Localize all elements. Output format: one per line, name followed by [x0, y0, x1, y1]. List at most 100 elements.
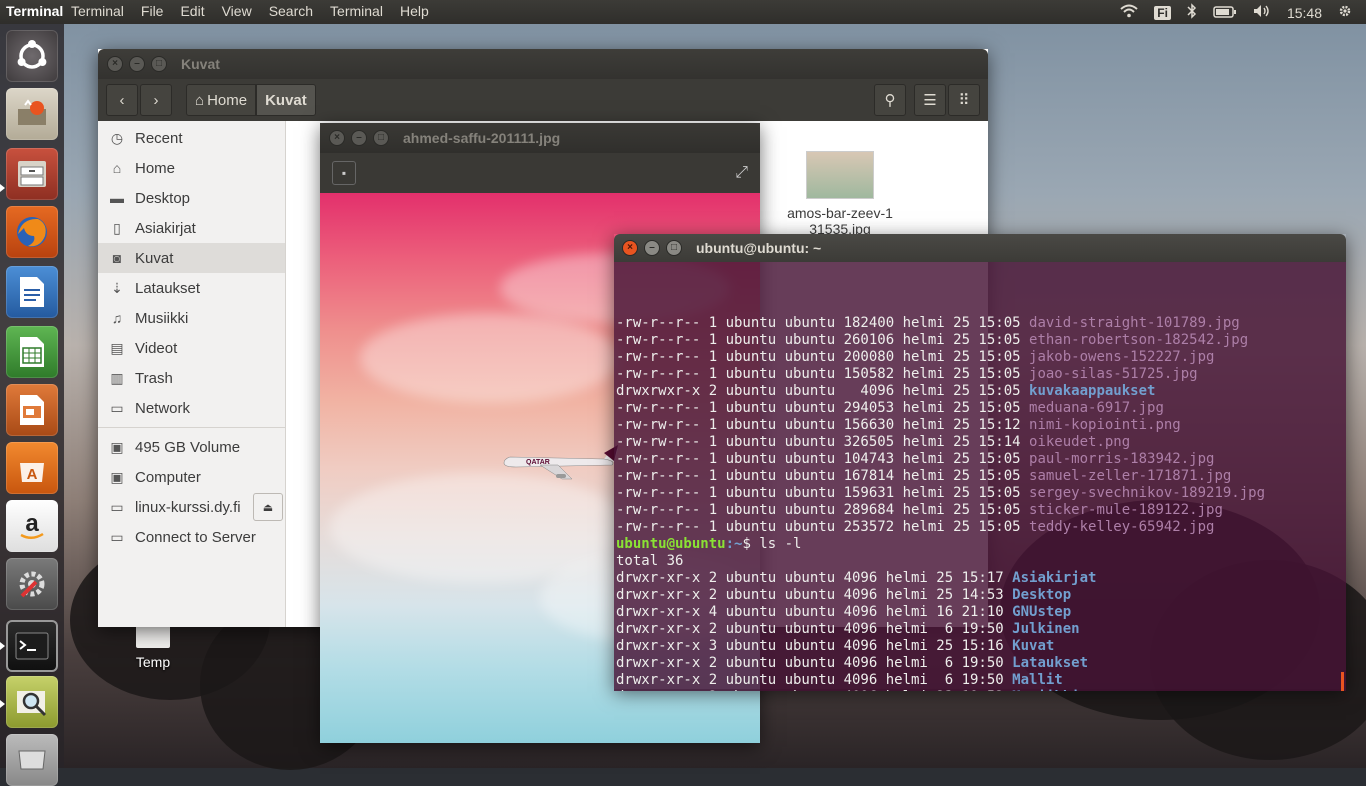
battery-icon[interactable]	[1213, 5, 1237, 21]
close-button[interactable]: ×	[107, 56, 123, 72]
sidebar-item-network[interactable]: ▭ Network	[98, 393, 285, 423]
sidebar-item-musiikki[interactable]: ♫ Musiikki	[98, 303, 285, 333]
network-icon: ▭	[110, 399, 124, 416]
firefox-icon[interactable]	[6, 206, 58, 258]
maximize-button[interactable]: □	[151, 56, 167, 72]
places-sidebar: ◷ Recent ⌂ Home ▬ Desktop ▯ Asiakirjat ◙ Kuva…	[98, 121, 286, 627]
listing-dirname: Lataukset	[1012, 655, 1089, 671]
listing-dirname: Kuvat	[1012, 638, 1055, 654]
trash-icon[interactable]	[6, 734, 58, 786]
sidebar-item-home[interactable]: ⌂ Home	[98, 153, 285, 183]
software-updater-icon[interactable]	[6, 88, 58, 140]
sidebar-item-label: Computer	[135, 468, 201, 486]
menu-terminal[interactable]: Terminal	[71, 3, 133, 19]
clock[interactable]: 15:48	[1287, 5, 1322, 21]
fullscreen-icon: ⤢	[735, 164, 748, 181]
software-center-icon[interactable]: A	[6, 442, 58, 494]
sidebar-item-kuvat[interactable]: ◙ Kuvat	[98, 243, 285, 273]
session-gear-icon[interactable]	[1338, 4, 1352, 21]
amazon-icon[interactable]: a	[6, 500, 58, 552]
menu-help[interactable]: Help	[400, 3, 438, 19]
download-icon: ⇣	[111, 279, 123, 296]
gallery-button[interactable]: ▪	[332, 161, 356, 185]
minimize-button[interactable]: –	[644, 240, 660, 256]
sidebar-item-label: Lataukset	[135, 279, 201, 297]
volume-icon[interactable]	[1253, 4, 1271, 21]
bluetooth-icon[interactable]	[1187, 3, 1197, 22]
fullscreen-button[interactable]: ⤢	[735, 164, 748, 182]
terminal-line: -rw-r--r-- 1 ubuntu ubuntu 104743 helmi …	[616, 451, 1215, 467]
sidebar-item-recent[interactable]: ◷ Recent	[98, 123, 285, 153]
sidebar-item-desktop[interactable]: ▬ Desktop	[98, 183, 285, 213]
keyboard-layout-indicator[interactable]: Fi	[1154, 5, 1171, 20]
close-button[interactable]: ×	[329, 130, 345, 146]
forward-button[interactable]: ›	[140, 84, 172, 116]
file-item[interactable]: amos-bar-zeev-131535.jpg	[780, 151, 900, 237]
files-titlebar[interactable]: × – □ Kuvat	[98, 49, 988, 79]
menu-edit[interactable]: Edit	[180, 3, 213, 19]
sidebar-item-lataukset[interactable]: ⇣ Lataukset	[98, 273, 285, 303]
desktop-folder-temp[interactable]: Temp	[123, 620, 183, 670]
terminal-icon[interactable]	[6, 620, 58, 672]
menu-view[interactable]: View	[222, 3, 261, 19]
impress-icon[interactable]	[6, 384, 58, 436]
clock-icon: ◷	[110, 129, 124, 146]
window-title: ahmed-saffu-201111.jpg	[403, 130, 561, 146]
window-title: ubuntu@ubuntu: ~	[696, 240, 822, 256]
maximize-button[interactable]: □	[666, 240, 682, 256]
gallery-icon: ▪	[341, 166, 347, 180]
folder-icon: ▬	[110, 190, 124, 206]
terminal-line: -rw-rw-r-- 1 ubuntu ubuntu 156630 helmi …	[616, 417, 1181, 433]
viewer-titlebar[interactable]: × – □ ahmed-saffu-201111.jpg	[320, 123, 760, 153]
sidebar-item-asiakirjat[interactable]: ▯ Asiakirjat	[98, 213, 285, 243]
terminal-scrollbar[interactable]	[1341, 672, 1344, 691]
search-button[interactable]: ⚲	[874, 84, 906, 116]
prompt-user: ubuntu@ubuntu	[616, 536, 726, 552]
back-button[interactable]: ‹	[106, 84, 138, 116]
terminal-line: drwxr-xr-x 4 ubuntu ubuntu 4096 helmi 16…	[616, 604, 1072, 620]
sidebar-item-connect-server[interactable]: ▭ Connect to Server	[98, 522, 285, 552]
trash-icon: ▥	[110, 369, 124, 386]
listing-dirname: Desktop	[1012, 587, 1072, 603]
sidebar-item-trash[interactable]: ▥ Trash	[98, 363, 285, 393]
writer-icon[interactable]	[6, 266, 58, 318]
close-button[interactable]: ×	[622, 240, 638, 256]
terminal-line: drwxrwxr-x 2 ubuntu ubuntu 4096 helmi 25…	[616, 383, 1156, 399]
grid-view-button[interactable]: ⠿	[948, 84, 980, 116]
terminal-output[interactable]: -rw-r--r-- 1 ubuntu ubuntu 182400 helmi …	[614, 262, 1346, 691]
sidebar-item-label: Musiikki	[135, 309, 189, 327]
indicator-area: Fi 15:48	[1120, 3, 1352, 22]
system-settings-icon[interactable]	[6, 558, 58, 610]
breadcrumb-home[interactable]: ⌂ Home	[186, 84, 257, 116]
listing-dirname: Mallit	[1012, 672, 1063, 688]
sidebar-item-volume[interactable]: ▣ 495 GB Volume	[98, 432, 285, 462]
list-view-button[interactable]: ☰	[914, 84, 946, 116]
video-icon: ▤	[110, 339, 124, 356]
listing-filename: paul-morris-183942.jpg	[1029, 451, 1215, 467]
terminal-line: drwxr-xr-x 2 ubuntu ubuntu 4096 helmi 25…	[616, 570, 1097, 586]
sidebar-separator	[98, 427, 285, 428]
wifi-icon[interactable]	[1120, 4, 1138, 21]
home-icon: ⌂	[112, 160, 122, 176]
menu-terminal-2[interactable]: Terminal	[330, 3, 392, 19]
command-text: ls -l	[759, 536, 802, 552]
sidebar-item-videot[interactable]: ▤ Videot	[98, 333, 285, 363]
files-icon[interactable]	[6, 148, 58, 200]
terminal-titlebar[interactable]: × – □ ubuntu@ubuntu: ~	[614, 234, 1346, 262]
listing-filename: kuvakaappaukset	[1029, 383, 1156, 399]
sidebar-item-remote[interactable]: ▭ linux-kurssi.dy.fi ⏏	[98, 492, 285, 522]
menu-file[interactable]: File	[141, 3, 173, 19]
terminal-line: drwxr-xr-x 3 ubuntu ubuntu 4096 helmi 25…	[616, 638, 1055, 654]
image-viewer-icon[interactable]	[6, 676, 58, 728]
menu-search[interactable]: Search	[269, 3, 322, 19]
minimize-button[interactable]: –	[351, 130, 367, 146]
calc-icon[interactable]	[6, 326, 58, 378]
running-indicator	[0, 642, 5, 650]
eject-icon[interactable]: ⏏	[253, 493, 283, 521]
sidebar-item-computer[interactable]: ▣ Computer	[98, 462, 285, 492]
maximize-button[interactable]: □	[373, 130, 389, 146]
minimize-button[interactable]: –	[129, 56, 145, 72]
terminal-line: -rw-rw-r-- 1 ubuntu ubuntu 326505 helmi …	[616, 434, 1131, 450]
breadcrumb-current[interactable]: Kuvat	[256, 84, 316, 116]
dash-home-icon[interactable]	[6, 30, 58, 82]
